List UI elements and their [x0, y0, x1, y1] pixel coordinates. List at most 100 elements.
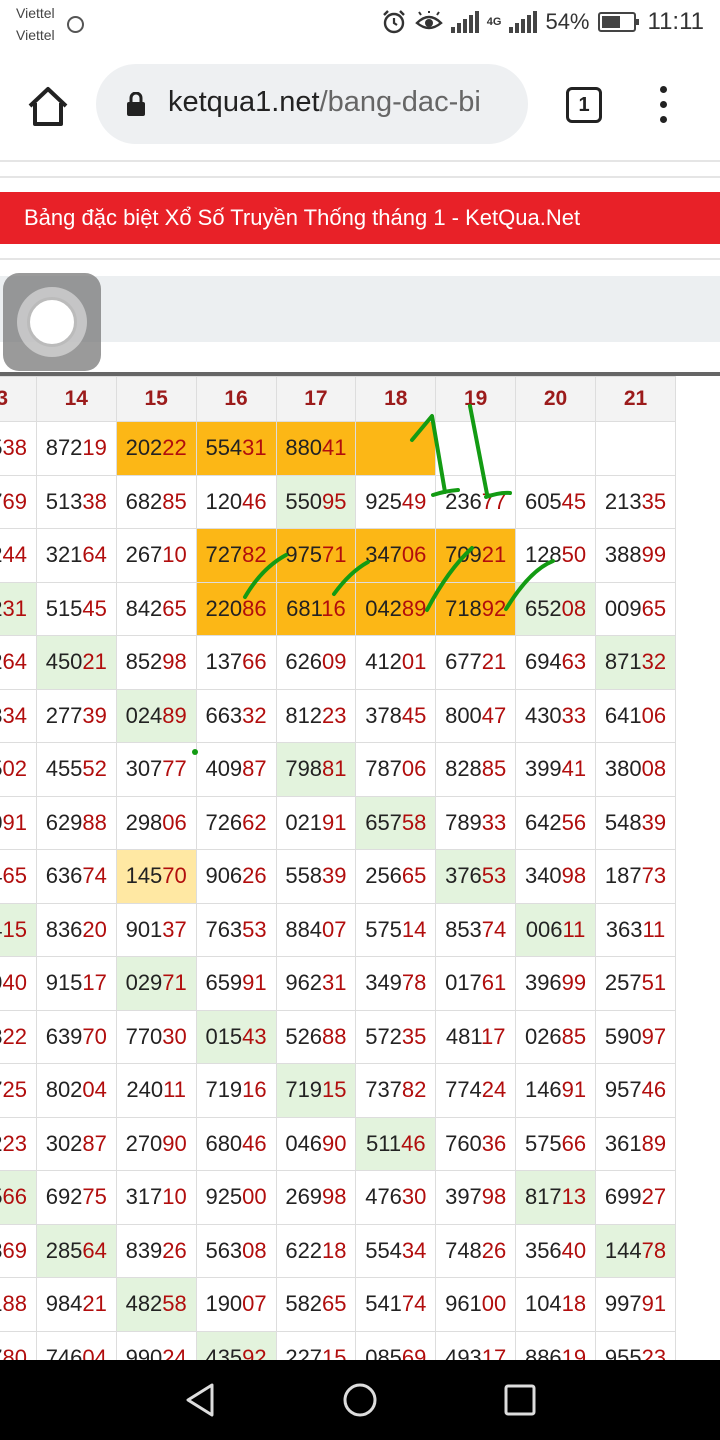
result-last-two-digits: 02: [2, 756, 28, 782]
result-last-two-digits: 74: [82, 863, 107, 889]
result-cell: 13766: [195, 635, 277, 690]
result-prefix: 104: [524, 1291, 562, 1317]
result-prefix: 476: [365, 1184, 402, 1210]
result-cell: 02685: [515, 1009, 596, 1064]
result-last-two-digits: 34: [2, 702, 28, 728]
result-prefix: 380: [604, 756, 642, 782]
result-prefix: 236: [445, 488, 482, 514]
result-last-two-digits: 31: [322, 970, 347, 996]
result-last-two-digits: 16: [242, 1077, 267, 1103]
result-cell: 21335: [595, 474, 676, 529]
result-cell: 43592: [195, 1330, 277, 1360]
result-last-two-digits: 70: [82, 1023, 107, 1049]
result-last-two-digits: 41: [561, 756, 587, 782]
divider: [0, 176, 720, 178]
home-icon[interactable]: [26, 84, 70, 128]
result-last-two-digits: 64: [82, 542, 107, 568]
result-last-two-digits: 19: [82, 435, 107, 461]
result-prefix: 240: [126, 1077, 164, 1103]
result-cell: 37845: [355, 688, 437, 743]
result-cell: 69463: [515, 635, 596, 690]
result-cell: 74604: [35, 1330, 117, 1360]
result-last-two-digits: 26: [162, 1237, 187, 1263]
result-last-two-digits: 98: [162, 649, 187, 675]
result-prefix: 302: [45, 1130, 83, 1156]
result-prefix: 015: [205, 1023, 243, 1049]
result-last-two-digits: 16: [321, 595, 346, 621]
result-prefix: 677: [445, 649, 482, 675]
result-prefix: 694: [524, 649, 562, 675]
result-cell: 66725: [0, 1063, 37, 1118]
result-prefix: 727: [205, 542, 243, 568]
result-cell: 48117: [435, 1009, 517, 1064]
result-cell: [515, 421, 596, 476]
result-prefix: 277: [45, 702, 83, 728]
home-circle-icon[interactable]: [342, 1382, 378, 1418]
result-prefix: 997: [604, 1291, 642, 1317]
result-last-two-digits: 08: [242, 1237, 267, 1263]
result-cell: 58265: [275, 1277, 357, 1332]
column-header: 13: [0, 376, 37, 422]
result-cell: 34978: [355, 956, 437, 1011]
result-prefix: 817: [524, 1184, 562, 1210]
result-last-two-digits: 90: [322, 1130, 347, 1156]
result-prefix: 029: [125, 970, 163, 996]
result-cell: 41822: [0, 1009, 37, 1064]
result-last-two-digits: 78: [641, 1237, 667, 1263]
result-last-two-digits: 06: [401, 756, 427, 782]
result-cell: 92500: [195, 1170, 277, 1225]
result-cell: [435, 421, 517, 476]
result-last-two-digits: 82: [242, 542, 267, 568]
result-last-two-digits: 85: [162, 488, 187, 514]
table-row: 3623151545842652208668116042897189265208…: [0, 581, 676, 636]
result-cell: 55431: [195, 421, 277, 476]
result-prefix: 435: [205, 1344, 243, 1360]
result-prefix: 317: [125, 1184, 163, 1210]
result-last-two-digits: 22: [2, 1023, 28, 1049]
address-bar[interactable]: ketqua1.net/bang-dac-bi: [96, 64, 528, 144]
result-last-two-digits: 91: [561, 1077, 587, 1103]
result-prefix: 137: [205, 649, 243, 675]
result-prefix: 285: [45, 1237, 83, 1263]
table-row: 7476951338682851204655095925492367760545…: [0, 474, 676, 529]
result-last-two-digits: 34: [401, 1237, 427, 1263]
result-cell: 62218: [275, 1223, 357, 1278]
result-prefix: 901: [125, 916, 163, 942]
column-header: 21: [595, 376, 676, 422]
result-last-two-digits: 65: [322, 1291, 347, 1317]
result-cell: 47264: [0, 635, 37, 690]
result-last-two-digits: 17: [82, 970, 107, 996]
result-last-two-digits: 64: [2, 649, 28, 675]
browser-toolbar: ketqua1.net/bang-dac-bi 1: [0, 48, 720, 160]
url-path: /bang-dac-bi: [319, 86, 481, 118]
recents-square-icon[interactable]: [504, 1384, 536, 1416]
floating-assistive-button[interactable]: [3, 273, 101, 371]
results-table-container[interactable]: 131415161718192021 035388721920222554318…: [0, 372, 720, 1360]
result-cell: 39798: [435, 1170, 517, 1225]
result-cell: 97571: [275, 528, 357, 583]
result-cell: 12850: [515, 528, 596, 583]
result-last-two-digits: 15: [322, 1077, 347, 1103]
result-last-two-digits: 06: [162, 809, 187, 835]
result-last-two-digits: 73: [641, 863, 667, 889]
result-prefix: 915: [45, 970, 83, 996]
result-last-two-digits: 35: [641, 488, 667, 514]
result-cell: 99024: [115, 1330, 197, 1360]
tab-switcher-button[interactable]: 1: [566, 87, 602, 123]
result-cell: 25665: [355, 849, 437, 904]
result-prefix: 872: [45, 435, 83, 461]
result-prefix: 146: [524, 1077, 562, 1103]
result-prefix: 719: [205, 1077, 243, 1103]
more-vert-icon[interactable]: [656, 86, 670, 126]
result-prefix: 356: [524, 1237, 562, 1263]
result-cell: 83926: [115, 1223, 197, 1278]
result-prefix: 396: [524, 970, 562, 996]
table-row: 9124432164267107278297571347067092112850…: [0, 528, 676, 583]
result-prefix: 257: [604, 970, 642, 996]
table-row: 0241583620901377635388407575148537400611…: [0, 902, 676, 957]
result-last-two-digits: 98: [322, 1184, 347, 1210]
back-triangle-icon[interactable]: [184, 1382, 216, 1418]
result-last-two-digits: 30: [401, 1184, 427, 1210]
result-prefix: 298: [125, 809, 163, 835]
result-last-two-digits: 97: [641, 1023, 667, 1049]
